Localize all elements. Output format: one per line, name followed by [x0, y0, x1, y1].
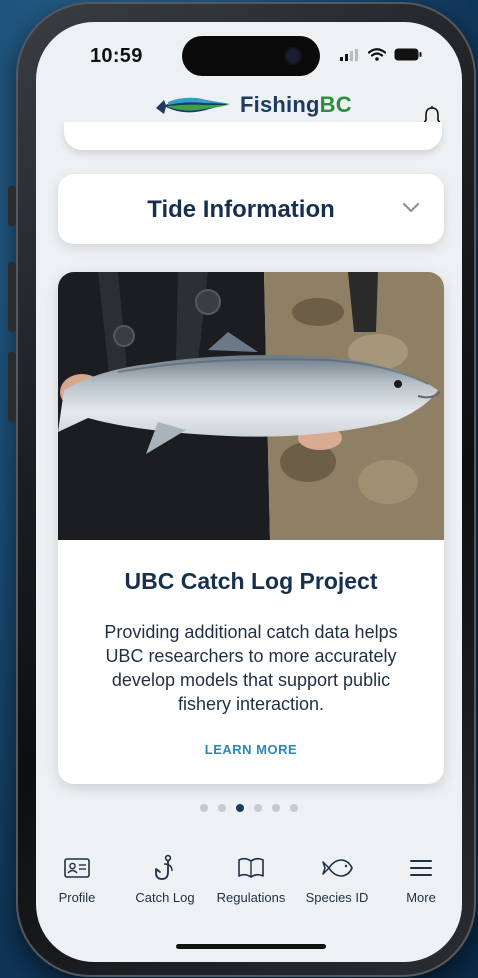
- brand-name: Fishing: [240, 92, 320, 117]
- promo-title: UBC Catch Log Project: [124, 568, 378, 594]
- status-bar: 10:59: [36, 22, 462, 80]
- id-card-icon: [64, 858, 90, 878]
- carousel-dot[interactable]: [272, 804, 280, 812]
- ubc-catch-log-card[interactable]: UBC Catch Log Project Providing addition…: [58, 272, 444, 784]
- tab-label: Species ID: [305, 890, 369, 905]
- tab-profile[interactable]: Profile: [36, 854, 122, 905]
- home-indicator: [176, 944, 326, 949]
- carousel-dot[interactable]: [290, 804, 298, 812]
- promo-description: Providing additional catch data helps UB…: [104, 622, 398, 714]
- camera-icon: [286, 49, 300, 63]
- chevron-down-icon: [402, 202, 420, 213]
- salmon-photo: [58, 272, 444, 540]
- app-brand: FishingBC: [240, 92, 352, 118]
- tab-label: More: [406, 890, 436, 905]
- fish-outline-icon: [322, 859, 353, 877]
- tide-information-card[interactable]: Tide Information: [58, 174, 444, 244]
- bottom-tab-bar: Profile Catch Log Regulations Species ID…: [36, 854, 462, 926]
- signal-icon: [340, 48, 358, 61]
- battery-icon: [394, 48, 422, 61]
- brand-accent: BC: [319, 92, 352, 117]
- tab-more[interactable]: More: [376, 854, 462, 905]
- app-screen: 10:59 FishingBC Tide Information UBC Cat…: [36, 22, 462, 962]
- tab-catch-log[interactable]: Catch Log: [120, 854, 210, 905]
- wifi-icon: [368, 48, 386, 61]
- volume-up-button: [8, 262, 16, 332]
- tab-label: Profile: [58, 890, 96, 905]
- status-time: 10:59: [90, 45, 143, 67]
- carousel-pagination: [36, 804, 462, 812]
- dynamic-island: [182, 36, 320, 76]
- tab-label: Catch Log: [135, 890, 195, 905]
- book-icon: [238, 857, 264, 878]
- previous-card-edge: [64, 122, 442, 150]
- status-icons: [340, 48, 422, 61]
- tab-species-id[interactable]: Species ID: [292, 854, 382, 905]
- volume-down-button: [8, 352, 16, 422]
- tide-information-title: Tide Information: [147, 196, 335, 223]
- carousel-dot[interactable]: [218, 804, 226, 812]
- carousel-dot-active[interactable]: [236, 804, 244, 812]
- fish-hook-icon: [155, 854, 173, 880]
- carousel-dot[interactable]: [254, 804, 262, 812]
- carousel-dot[interactable]: [200, 804, 208, 812]
- learn-more-link[interactable]: LEARN MORE: [58, 742, 444, 757]
- action-button: [8, 186, 16, 226]
- menu-icon: [410, 860, 432, 876]
- fish-logo-icon: [156, 97, 230, 114]
- tab-label: Regulations: [216, 890, 286, 905]
- app-logo: FishingBC: [154, 92, 352, 118]
- tab-regulations[interactable]: Regulations: [206, 854, 296, 905]
